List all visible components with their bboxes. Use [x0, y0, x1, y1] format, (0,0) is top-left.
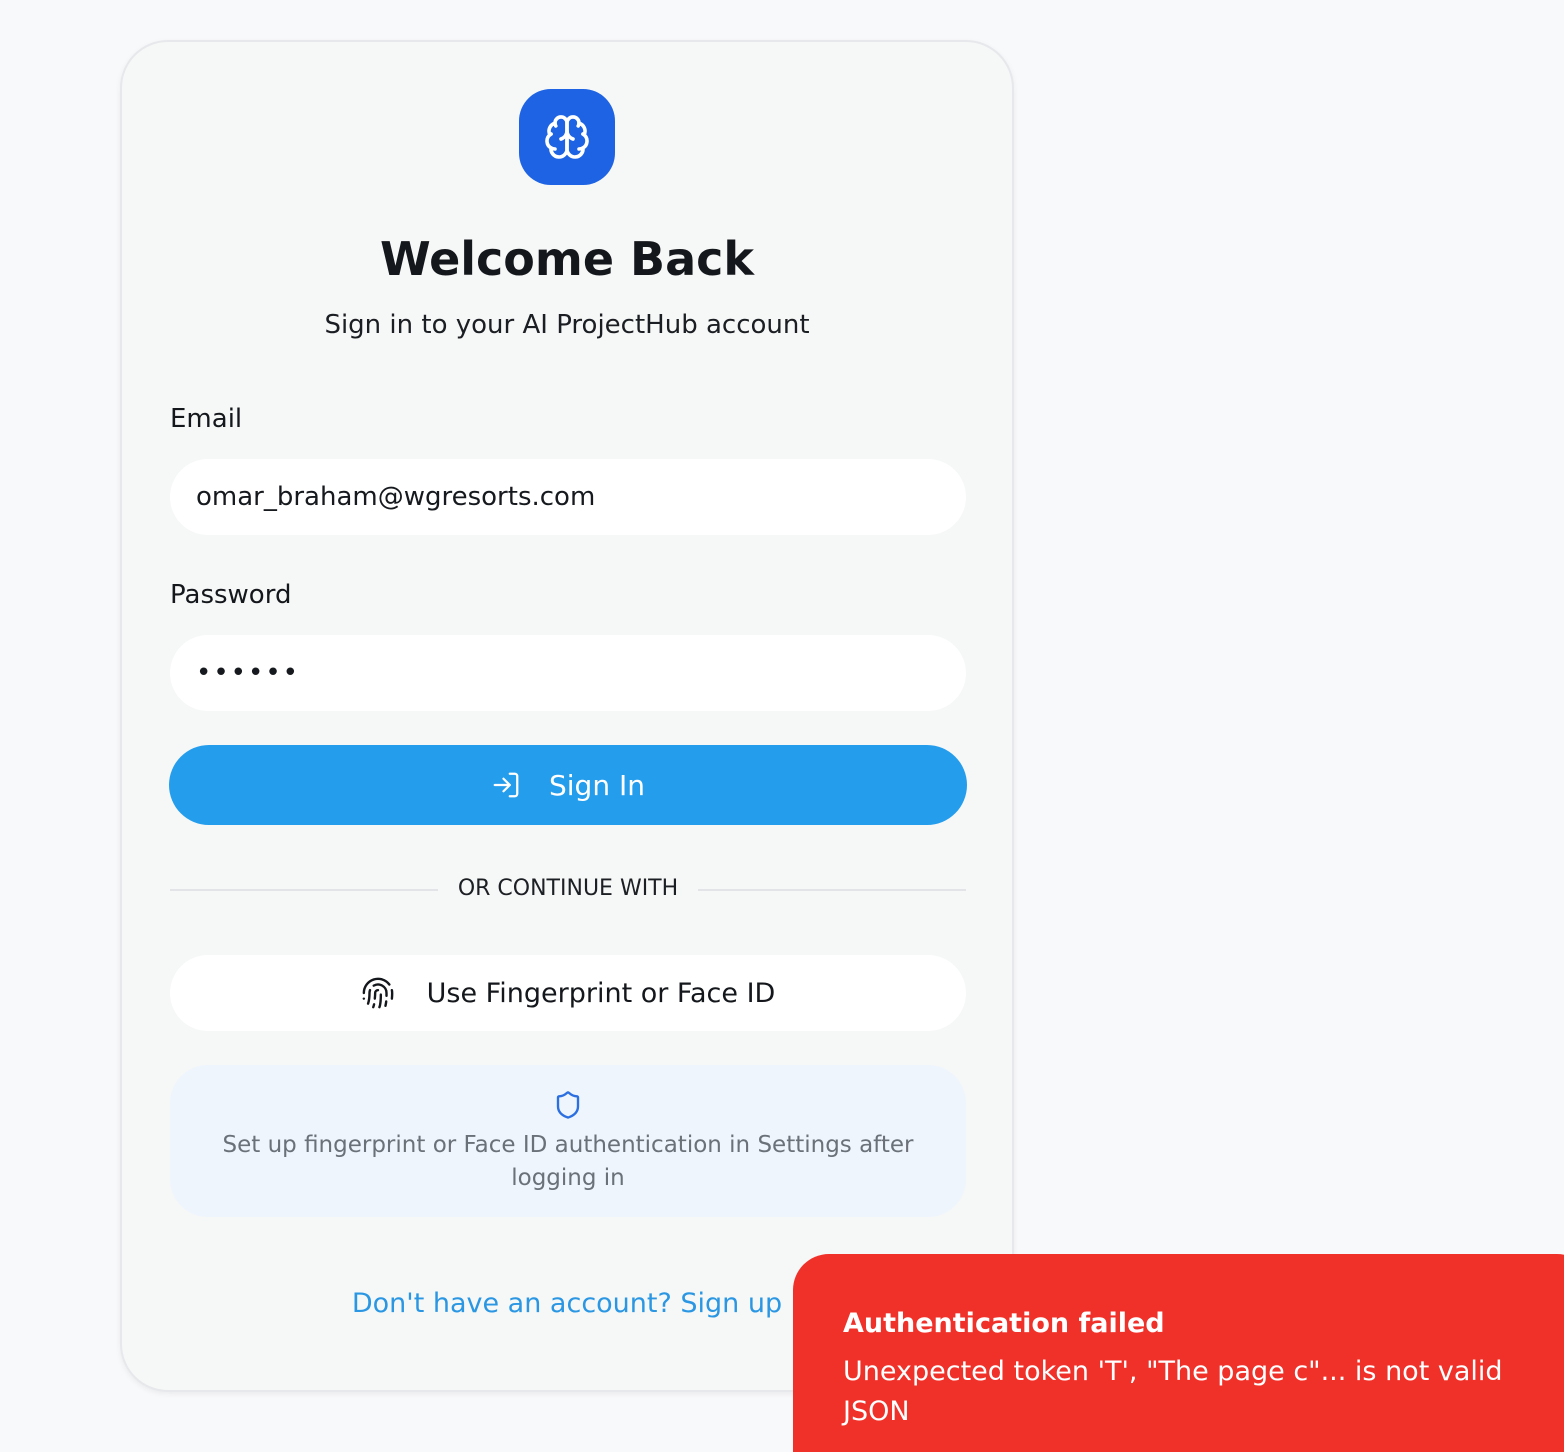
biometric-login-button[interactable]: Use Fingerprint or Face ID — [170, 955, 966, 1031]
login-page: Welcome Back Sign in to your AI ProjectH… — [0, 0, 1564, 1452]
page-subtitle: Sign in to your AI ProjectHub account — [324, 310, 810, 340]
password-label: Password — [170, 580, 292, 610]
biometric-label: Use Fingerprint or Face ID — [426, 977, 776, 1009]
password-field[interactable] — [170, 635, 966, 711]
login-card: Welcome Back Sign in to your AI ProjectH… — [120, 40, 1014, 1392]
app-logo — [519, 89, 615, 185]
divider-text: OR CONTINUE WITH — [457, 876, 679, 901]
sign-in-label: Sign In — [549, 768, 645, 802]
shield-icon — [553, 1089, 583, 1125]
email-field[interactable] — [170, 459, 966, 535]
log-in-icon — [491, 770, 521, 800]
email-label: Email — [170, 404, 243, 434]
toast-title: Authentication failed — [843, 1308, 1165, 1339]
sign-in-button[interactable]: Sign In — [169, 745, 967, 825]
biometric-info-text: Set up fingerprint or Face ID authentica… — [222, 1132, 914, 1191]
biometric-info-box: Set up fingerprint or Face ID authentica… — [170, 1065, 966, 1217]
brain-icon — [545, 115, 589, 159]
divider-left — [170, 889, 438, 891]
page-title: Welcome Back — [379, 232, 755, 286]
divider-right — [698, 889, 966, 891]
fingerprint-icon — [361, 976, 395, 1010]
error-toast[interactable]: Authentication failed Unexpected token '… — [793, 1254, 1564, 1452]
toast-message: Unexpected token 'T', "The page c"... is… — [843, 1356, 1503, 1427]
